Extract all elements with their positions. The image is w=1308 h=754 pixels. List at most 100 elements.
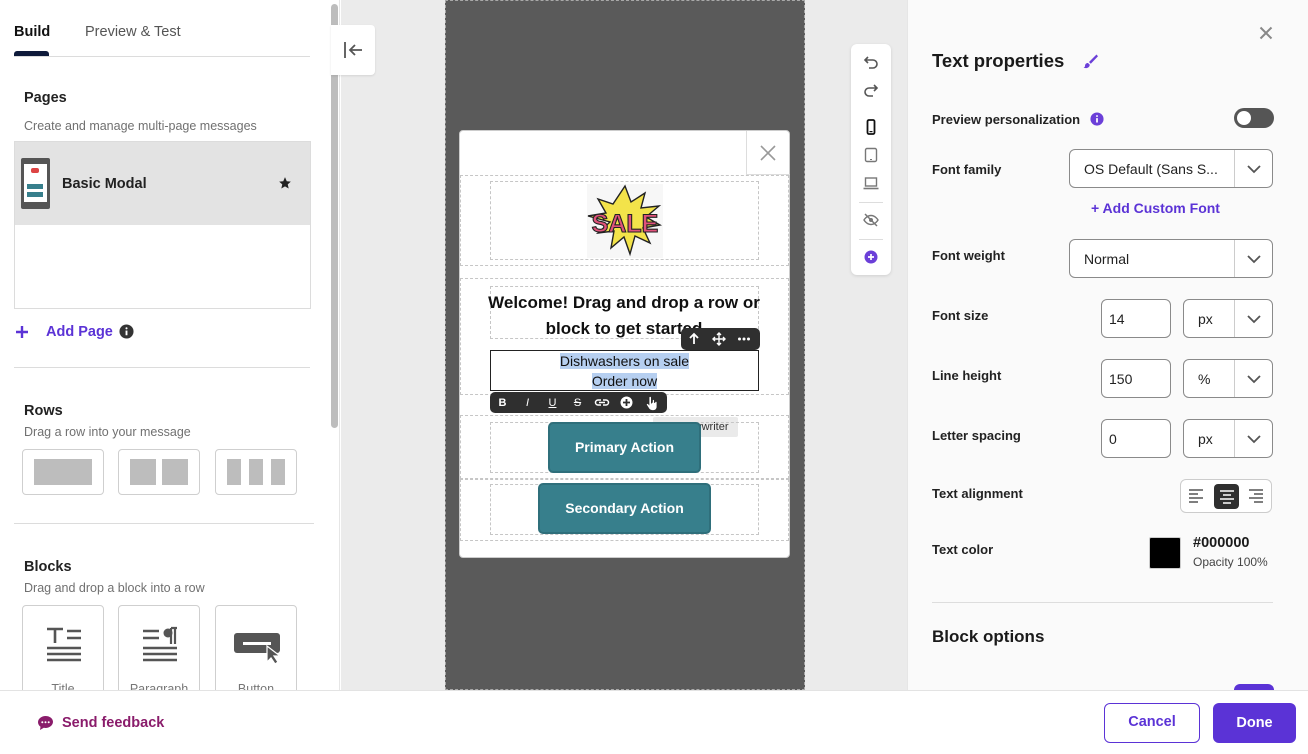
send-feedback-button[interactable]: Send feedback: [62, 715, 164, 731]
add-page-button[interactable]: Add Page: [46, 324, 113, 340]
paragraph-block-icon: [143, 626, 177, 662]
image-block[interactable]: SALE: [490, 181, 759, 260]
done-button[interactable]: Done: [1213, 703, 1296, 743]
text-block-content[interactable]: Dishwashers on sale Order now: [491, 351, 758, 391]
text-color-label: Text color: [932, 542, 994, 557]
modal-preview[interactable]: SALE Welcome! Drag and drop a row or blo…: [459, 130, 790, 558]
plus-icon[interactable]: [15, 325, 29, 339]
hide-icon[interactable]: [863, 212, 879, 228]
feedback-icon[interactable]: [37, 715, 54, 731]
block-action-bar: [681, 328, 760, 350]
letter-spacing-value: 0: [1109, 431, 1117, 447]
properties-divider: [932, 602, 1273, 603]
tablet-icon[interactable]: [863, 147, 879, 163]
insert-icon[interactable]: [620, 396, 633, 409]
line-height-label: Line height: [932, 368, 1002, 383]
move-up-icon[interactable]: [687, 332, 701, 346]
font-family-value: OS Default (Sans S...: [1084, 161, 1218, 177]
chevron-down-icon: [1247, 255, 1261, 264]
line-height-unit-select[interactable]: %: [1183, 359, 1273, 398]
primary-action-button[interactable]: Primary Action: [548, 422, 701, 473]
letter-spacing-input[interactable]: 0: [1101, 419, 1171, 458]
font-weight-value: Normal: [1084, 251, 1130, 267]
toolbar-divider: [859, 239, 883, 240]
font-size-input[interactable]: 14: [1101, 299, 1171, 338]
row-two-columns[interactable]: [118, 449, 200, 495]
modal-close-button[interactable]: [746, 131, 790, 175]
drag-move-icon[interactable]: [712, 332, 726, 346]
link-icon[interactable]: [594, 396, 610, 409]
letter-spacing-unit-dropdown[interactable]: [1234, 420, 1272, 457]
redo-icon[interactable]: [863, 82, 879, 98]
star-icon[interactable]: [278, 176, 292, 190]
secondary-action-button[interactable]: Secondary Action: [538, 483, 711, 534]
tab-preview-test[interactable]: Preview & Test: [85, 24, 181, 40]
tab-build[interactable]: Build: [14, 24, 50, 40]
strikethrough-button[interactable]: S: [571, 397, 584, 409]
page-item-basic-modal[interactable]: Basic Modal: [15, 142, 310, 225]
row-three-columns[interactable]: [215, 449, 297, 495]
toggle-knob: [1237, 111, 1251, 125]
properties-title: Text properties: [932, 50, 1065, 71]
preview-personalization-toggle[interactable]: [1234, 108, 1274, 128]
pages-title: Pages: [24, 90, 67, 106]
ai-copywriter-icon[interactable]: [644, 395, 660, 411]
text-format-toolbar: B I U S: [490, 392, 667, 413]
block-title[interactable]: Title: [22, 605, 104, 690]
align-center-icon: [1220, 490, 1234, 504]
font-size-unit-dropdown[interactable]: [1234, 300, 1272, 337]
letter-spacing-unit-select[interactable]: px: [1183, 419, 1273, 458]
text-alignment-label: Text alignment: [932, 486, 1023, 501]
line-height-unit: %: [1198, 371, 1211, 387]
undo-icon[interactable]: [863, 54, 879, 70]
selected-text-line-1[interactable]: Dishwashers on sale: [559, 353, 690, 369]
section-divider: [14, 367, 310, 368]
letter-spacing-label: Letter spacing: [932, 428, 1021, 443]
desktop-icon[interactable]: [863, 175, 879, 191]
close-icon: [760, 145, 776, 161]
text-color-swatch[interactable]: [1149, 537, 1181, 569]
collapse-panel-button[interactable]: [331, 25, 375, 75]
font-family-label: Font family: [932, 162, 1002, 177]
underline-button[interactable]: U: [546, 397, 559, 409]
chevron-down-icon: [1247, 165, 1261, 174]
mobile-icon[interactable]: [863, 119, 879, 135]
page-thumbnail: [21, 158, 50, 209]
more-options-icon[interactable]: [737, 332, 751, 346]
add-custom-font-link[interactable]: + Add Custom Font: [1091, 200, 1220, 216]
font-weight-dropdown[interactable]: [1234, 240, 1272, 277]
blocks-subtitle: Drag and drop a block into a row: [24, 581, 205, 595]
chevron-down-icon: [1247, 435, 1261, 444]
align-center-button[interactable]: [1214, 484, 1239, 509]
line-height-input[interactable]: 150: [1101, 359, 1171, 398]
bold-button[interactable]: B: [496, 397, 509, 409]
line-height-unit-dropdown[interactable]: [1234, 360, 1272, 397]
font-family-dropdown[interactable]: [1234, 150, 1272, 187]
block-options-title: Block options: [932, 627, 1045, 646]
info-icon[interactable]: [119, 324, 134, 339]
cancel-button[interactable]: Cancel: [1104, 703, 1200, 743]
info-icon[interactable]: [1090, 112, 1104, 126]
section-divider: [14, 523, 314, 524]
font-weight-select[interactable]: Normal: [1069, 239, 1273, 278]
font-family-select[interactable]: OS Default (Sans S...: [1069, 149, 1273, 188]
text-color-opacity: Opacity 100%: [1193, 555, 1268, 569]
tab-divider: [14, 56, 310, 57]
font-size-unit-select[interactable]: px: [1183, 299, 1273, 338]
align-right-icon[interactable]: [1248, 489, 1264, 503]
selected-text-block[interactable]: Dishwashers on sale Order now: [490, 350, 759, 391]
close-panel-icon[interactable]: [1259, 26, 1273, 40]
toolbar-divider: [859, 202, 883, 203]
selected-text-line-2[interactable]: Order now: [591, 373, 658, 389]
canvas-toolbar: [851, 44, 891, 275]
italic-button[interactable]: I: [521, 397, 534, 409]
align-left-icon[interactable]: [1188, 489, 1204, 503]
brush-icon[interactable]: [1082, 53, 1098, 69]
block-paragraph[interactable]: Paragraph: [118, 605, 200, 690]
rows-title: Rows: [24, 403, 63, 419]
row-one-column[interactable]: [22, 449, 104, 495]
add-icon[interactable]: [863, 249, 879, 265]
text-color-value[interactable]: #000000: [1193, 535, 1249, 551]
block-button[interactable]: Button: [215, 605, 297, 690]
footer: Send feedback Cancel Done: [0, 690, 1308, 754]
